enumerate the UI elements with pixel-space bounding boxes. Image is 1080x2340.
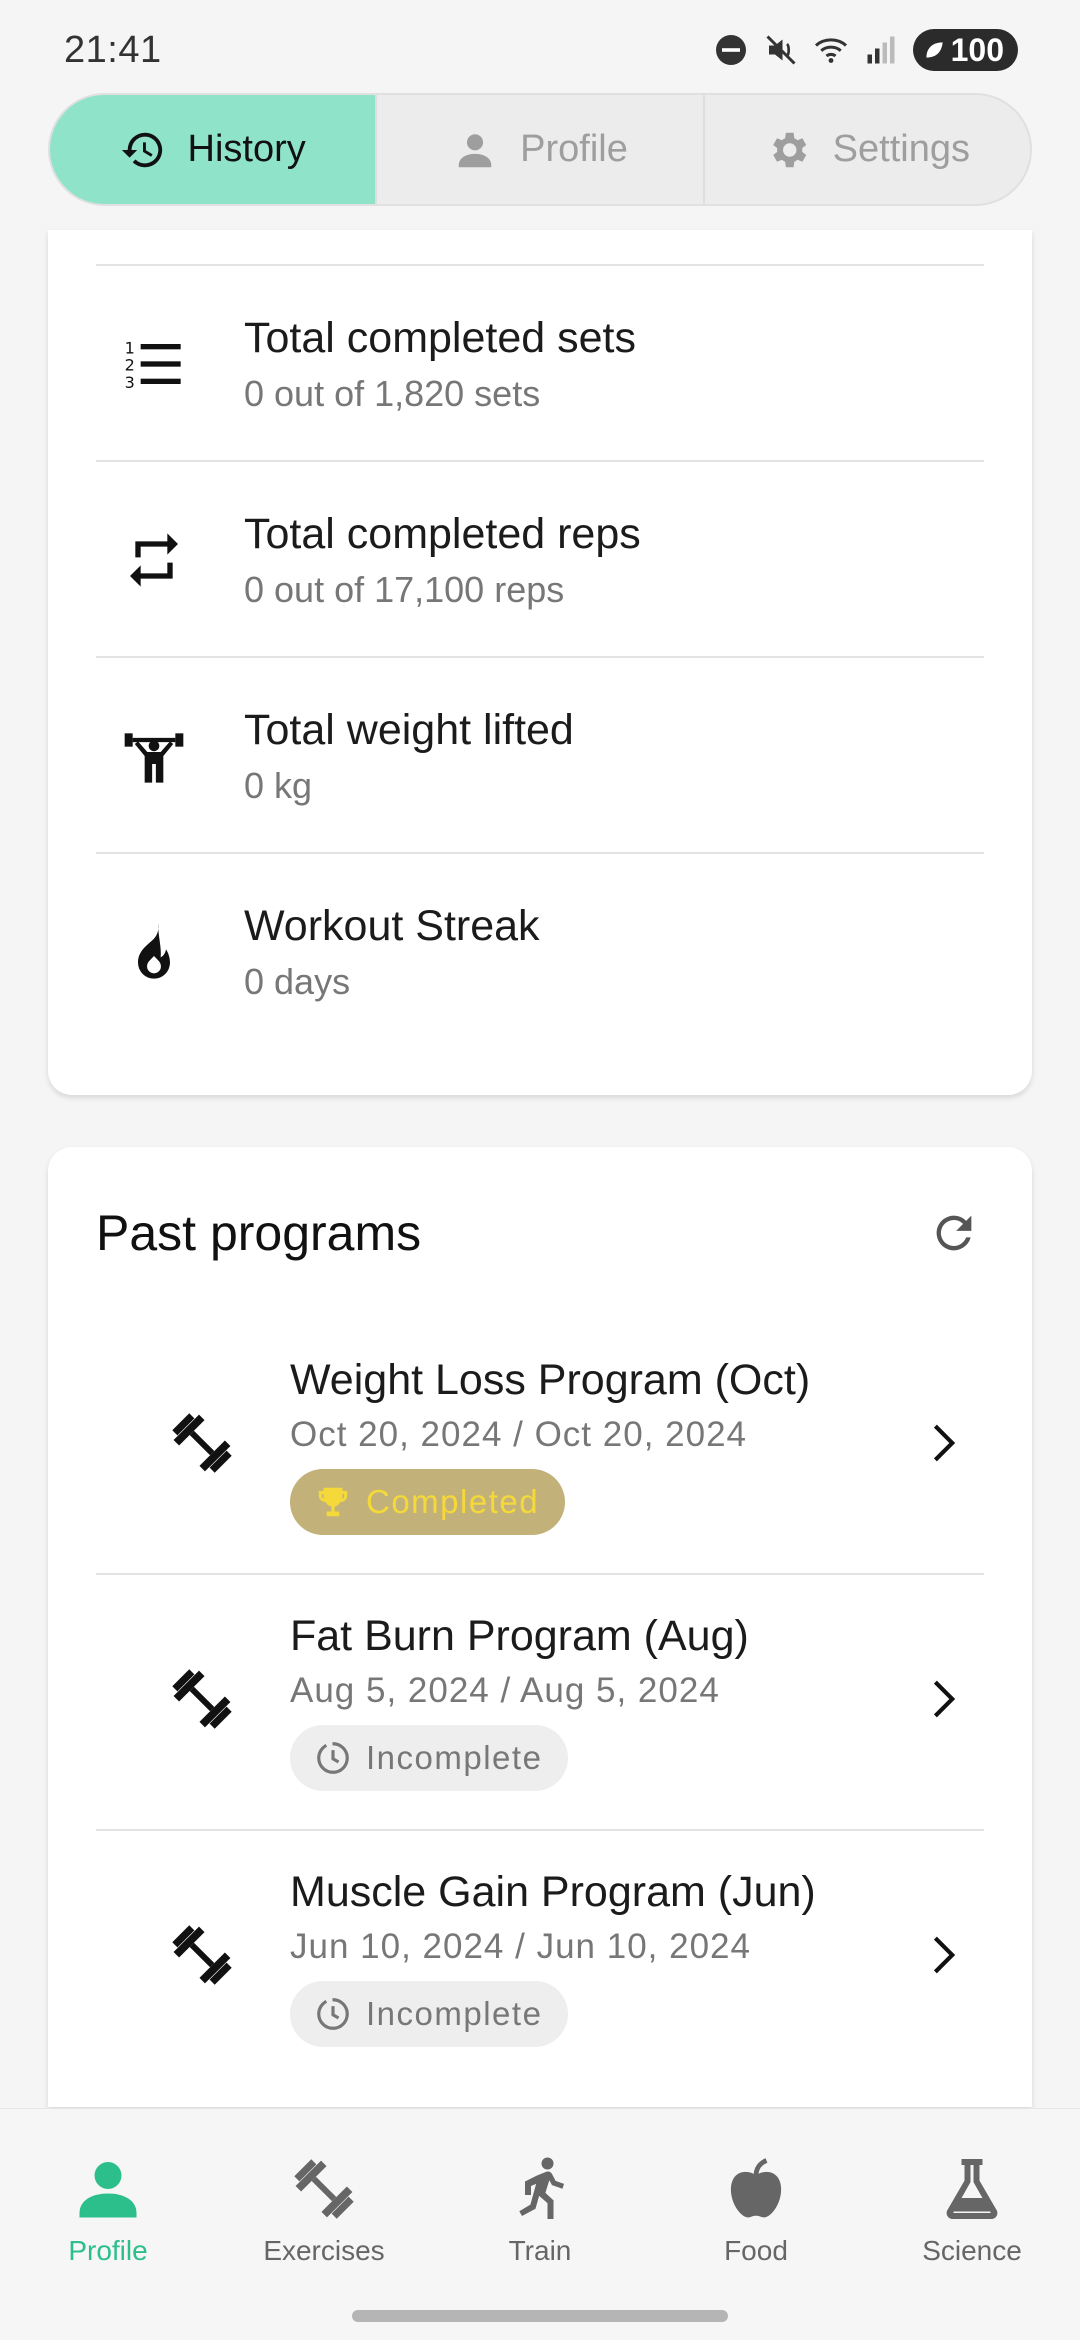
dumbbell-icon [166, 1663, 238, 1735]
stat-subtitle: 0 out of 1,820 sets [244, 372, 541, 414]
stat-row-completed-sets: 123 Total completed sets 0 out of 1,820 … [48, 266, 1032, 462]
nav-train-label: Train [508, 2235, 572, 2266]
stat-row-weight-lifted: Total weight lifted 0 kg [48, 658, 1032, 854]
mute-icon [766, 35, 796, 65]
program-dates: Jun 10, 2024 / Jun 10, 2024 [290, 1926, 751, 1966]
clock-icon [317, 1997, 349, 2030]
nav-food-label: Food [724, 2235, 788, 2266]
status-icons: 100 [713, 29, 1018, 71]
past-programs-card: Past programs Weight Loss Program (Oct) … [48, 1147, 1032, 2107]
stat-text: Total weight lifted 0 kg [244, 706, 574, 807]
program-title: Fat Burn Program (Aug) [290, 1611, 749, 1660]
battery-indicator: 100 [912, 29, 1018, 71]
status-badge-label: Incomplete [366, 1994, 543, 2032]
program-dates: Aug 5, 2024 / Aug 5, 2024 [290, 1670, 720, 1710]
tab-history[interactable]: History [50, 95, 378, 204]
weightlifter-icon [122, 724, 186, 788]
person-icon [458, 133, 492, 167]
program-body: Muscle Gain Program (Jun) Jun 10, 2024 /… [290, 1864, 916, 2047]
signal-icon [867, 36, 895, 64]
stat-subtitle: 0 out of 17,100 reps [244, 568, 565, 610]
stat-text: Total completed reps 0 out of 17,100 rep… [244, 510, 641, 611]
chevron-right-icon[interactable] [916, 1418, 966, 1468]
clock-icon [317, 1741, 349, 1774]
past-programs-header: Past programs [96, 1193, 984, 1273]
chevron-right-icon[interactable] [916, 1674, 966, 1724]
stat-row-completed-reps: Total completed reps 0 out of 17,100 rep… [48, 462, 1032, 658]
program-title: Muscle Gain Program (Jun) [290, 1867, 816, 1916]
tab-settings-label: Settings [832, 128, 970, 170]
nav-profile[interactable]: Profile [0, 2153, 216, 2340]
wifi-icon [814, 38, 847, 63]
svg-text:3: 3 [125, 373, 135, 392]
stat-title: Workout Streak [244, 901, 540, 950]
top-tab-bar: History Profile Settings [48, 93, 1032, 206]
bottom-nav: Profile Exercises Train Food Science [0, 2108, 1080, 2340]
home-indicator[interactable] [352, 2310, 728, 2322]
program-dates: Oct 20, 2024 / Oct 20, 2024 [290, 1414, 747, 1454]
history-icon [121, 132, 162, 167]
past-programs-title: Past programs [96, 1205, 422, 1261]
dumbbell-icon [166, 1407, 238, 1479]
stat-subtitle: 0 days [244, 960, 351, 1002]
stat-subtitle: 0 kg [244, 764, 313, 806]
do-not-disturb-icon [715, 35, 746, 65]
svg-text:2: 2 [125, 356, 135, 375]
apple-icon [730, 2158, 782, 2218]
stats-card: 123 Total completed sets 0 out of 1,820 … [48, 230, 1032, 1095]
chevron-right-icon[interactable] [916, 1930, 966, 1980]
nav-exercises-label: Exercises [263, 2235, 385, 2266]
status-bar: 21:41 100 [0, 0, 1080, 100]
program-row[interactable]: Muscle Gain Program (Jun) Jun 10, 2024 /… [48, 1827, 1032, 2083]
stat-text: Total completed sets 0 out of 1,820 sets [244, 314, 636, 415]
dumbbell-icon [166, 1919, 238, 1991]
refresh-icon[interactable] [928, 1207, 980, 1259]
battery-saver-icon [926, 42, 943, 58]
status-badge-label: Incomplete [366, 1738, 543, 1776]
nav-science[interactable]: Science [864, 2153, 1080, 2340]
status-badge-label: Completed [366, 1482, 540, 1520]
program-body: Fat Burn Program (Aug) Aug 5, 2024 / Aug… [290, 1608, 916, 1791]
gear-icon [772, 132, 806, 167]
svg-text:1: 1 [125, 338, 135, 357]
trophy-icon [318, 1487, 348, 1516]
program-body: Weight Loss Program (Oct) Oct 20, 2024 /… [290, 1352, 916, 1535]
stat-title: Total weight lifted [244, 705, 574, 754]
flask-icon [946, 2159, 998, 2219]
tab-settings[interactable]: Settings [705, 95, 1030, 204]
battery-level: 100 [950, 31, 1004, 68]
status-time: 21:41 [64, 28, 162, 71]
tab-history-label: History [187, 128, 306, 170]
program-row[interactable]: Fat Burn Program (Aug) Aug 5, 2024 / Aug… [48, 1571, 1032, 1827]
repeat-icon [122, 528, 186, 592]
program-row[interactable]: Weight Loss Program (Oct) Oct 20, 2024 /… [48, 1315, 1032, 1571]
stat-title: Total completed reps [244, 509, 641, 558]
stat-row-workout-streak: Workout Streak 0 days [48, 854, 1032, 1050]
status-badge-incomplete: Incomplete [290, 1724, 569, 1791]
runner-icon [519, 2157, 564, 2219]
person-icon [79, 2162, 137, 2218]
program-title: Weight Loss Program (Oct) [290, 1355, 811, 1404]
numbered-list-icon: 123 [122, 332, 186, 396]
dumbbell-icon [294, 2159, 354, 2219]
tab-profile-label: Profile [520, 128, 628, 170]
status-badge-incomplete: Incomplete [290, 1980, 569, 2047]
status-badge-completed: Completed [290, 1468, 566, 1535]
tab-profile[interactable]: Profile [377, 95, 705, 204]
nav-profile-label: Profile [68, 2235, 148, 2266]
nav-science-label: Science [922, 2235, 1022, 2266]
flame-icon [122, 920, 186, 984]
stat-title: Total completed sets [244, 313, 636, 362]
stat-text: Workout Streak 0 days [244, 902, 540, 1003]
